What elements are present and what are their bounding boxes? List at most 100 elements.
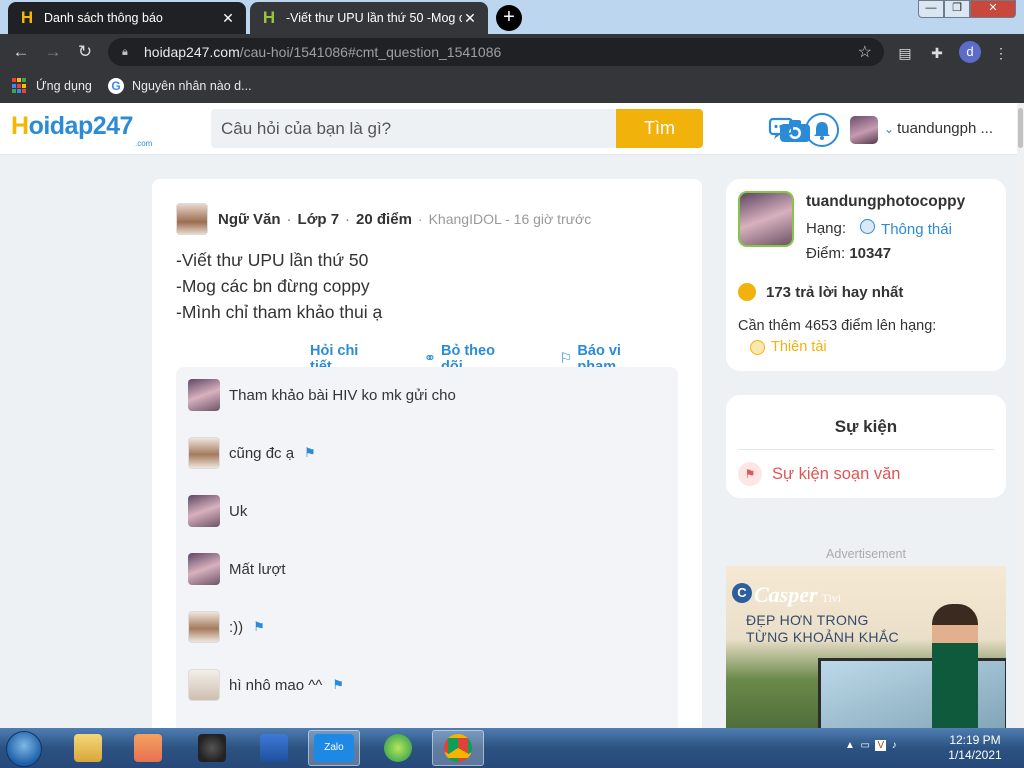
avatar[interactable] (188, 553, 220, 585)
avatar[interactable] (188, 495, 220, 527)
flag-icon[interactable]: ⚑ (253, 619, 265, 635)
best-answers: 173 trả lời hay nhất (738, 283, 903, 301)
rank-medal-icon (860, 219, 876, 234)
close-icon[interactable]: ✕ (462, 10, 478, 27)
tab-title: -Viết thư UPU lần thứ 50 -Mog các (286, 11, 462, 25)
taskbar-word[interactable] (248, 730, 300, 766)
comment-text: hì nhô mao ^^ (229, 676, 323, 694)
windows-taskbar: Zalo ▲ ▭ V ♪ 12:19 PM 1/14/2021 (0, 728, 1024, 768)
flag-icon[interactable]: ⚑ (304, 445, 316, 461)
comment-item: Tham khảo bài HIV ko mk gửi cho (188, 379, 456, 411)
avatar[interactable] (738, 191, 794, 247)
question-card: Ngữ Văn · Lớp 7 · 20 điểm · KhangIDOL - … (152, 179, 702, 739)
ad-tagline: TỪNG KHOẢNH KHẮC (746, 629, 899, 645)
bookmark-apps[interactable]: Ứng dụng (12, 78, 92, 94)
user-menu[interactable]: ⌄ tuandungph ... (884, 120, 993, 137)
reload-icon[interactable]: ↻ (74, 42, 96, 64)
ad-banner[interactable]: C Casper Tivi ĐẸP HƠN TRONG TỪNG KHOẢNH K… (726, 566, 1006, 728)
tab-notifications[interactable]: H Danh sách thông báo ✕ (8, 2, 246, 34)
extension-icon[interactable]: ▤ (894, 42, 916, 64)
new-tab-button[interactable]: + (496, 5, 522, 31)
profile-points: Điểm: 10347 (806, 245, 892, 262)
taskbar-explorer[interactable] (62, 730, 114, 766)
url-path: /cau-hoi/1541086#cmt_question_1541086 (239, 44, 502, 60)
window-close-button[interactable]: ✕ (970, 0, 1016, 18)
system-tray[interactable]: ▲ ▭ V ♪ (845, 740, 897, 751)
comment-text: cũng đc ạ (229, 444, 295, 462)
comment-item: Uk (188, 495, 247, 527)
comments-panel: Tham khảo bài HIV ko mk gửi cho cũng đc … (176, 367, 678, 739)
taskbar-media[interactable] (122, 730, 174, 766)
avatar[interactable] (176, 203, 208, 235)
grade-link[interactable]: Lớp 7 (298, 211, 340, 228)
chat-icon[interactable] (768, 117, 798, 141)
profile-rank: Hạng: Thông thái (806, 219, 952, 238)
avatar[interactable] (188, 437, 220, 469)
rank-medal-icon (750, 339, 765, 355)
back-arrow-icon[interactable]: ← (10, 42, 32, 64)
comment-item: Mất lượt (188, 553, 286, 585)
camera-app-icon (198, 734, 226, 762)
bookmark-google[interactable]: G Nguyên nhân nào d... (108, 78, 252, 94)
event-link[interactable]: ⚑ Sự kiện soạn văn (738, 462, 900, 486)
ad-label: Advertisement (826, 547, 906, 561)
comment-text: Tham khảo bài HIV ko mk gửi cho (229, 386, 456, 404)
site-logo[interactable]: Hoidap247 .com (11, 112, 152, 148)
word-icon (260, 734, 288, 762)
ad-brand: Casper Tivi (754, 582, 842, 607)
page-scrollbar[interactable] (1017, 103, 1024, 728)
author-time: KhangIDOL - 16 giờ trước (428, 211, 592, 227)
flag-icon[interactable]: ⚑ (332, 677, 344, 693)
bell-icon[interactable] (805, 113, 839, 147)
start-button[interactable] (6, 731, 42, 767)
taskbar-app-green[interactable] (372, 730, 424, 766)
ad-tagline: ĐẸP HƠN TRONG (746, 612, 869, 628)
trophy-icon (738, 283, 756, 301)
close-icon[interactable]: ✕ (220, 10, 236, 27)
folder-icon (74, 734, 102, 762)
comment-text: Uk (229, 502, 248, 520)
taskbar-zalo[interactable]: Zalo (308, 730, 360, 766)
comment-item: :)) ⚑ (188, 611, 265, 643)
taskbar-chrome[interactable] (432, 730, 484, 766)
divider (738, 449, 994, 450)
puzzle-extensions-icon[interactable]: ✚ (926, 42, 948, 64)
comment-text: :)) (229, 618, 244, 636)
avatar[interactable] (850, 116, 878, 144)
points-needed: Cần thêm 4653 điểm lên hạng: (738, 318, 937, 334)
taskbar-camera[interactable] (186, 730, 238, 766)
chevron-down-icon: ⌄ (884, 122, 895, 136)
comment-item: cũng đc ạ ⚑ (188, 437, 316, 469)
avatar[interactable] (188, 669, 220, 701)
profile-avatar[interactable]: d (959, 41, 981, 63)
events-title: Sự kiện (834, 417, 898, 436)
forward-arrow-icon[interactable]: → (42, 42, 64, 64)
address-bar[interactable]: 🔒︎ hoidap247.com/cau-hoi/1541086#cmt_que… (108, 38, 884, 66)
bookmark-star-icon[interactable]: ☆ (858, 42, 872, 62)
avatar[interactable] (188, 379, 220, 411)
scrollbar-thumb[interactable] (1018, 108, 1023, 148)
subject-link[interactable]: Ngữ Văn (218, 211, 281, 228)
apps-grid-icon (12, 78, 28, 94)
maximize-button[interactable]: ❐ (944, 0, 970, 18)
url-host: hoidap247.com (144, 44, 240, 60)
points-label: 20 điểm (356, 210, 412, 228)
profile-name[interactable]: tuandungphotocoppy (806, 193, 965, 211)
chrome-icon (444, 734, 472, 762)
search-box (211, 109, 810, 148)
browser-toolbar: ← → ↻ 🔒︎ hoidap247.com/cau-hoi/1541086#c… (0, 34, 1024, 70)
more-menu-icon[interactable]: ⋮ (990, 42, 1012, 64)
question-meta: Ngữ Văn · Lớp 7 · 20 điểm · KhangIDOL - … (176, 203, 591, 235)
bookmarks-bar: Ứng dụng G Nguyên nhân nào d... (0, 70, 1024, 103)
taskbar-clock[interactable]: 12:19 PM 1/14/2021 (940, 733, 1010, 763)
comment-text: Mất lượt (229, 560, 286, 578)
comment-item: hì nhô mao ^^ ⚑ (188, 669, 344, 701)
minimize-button[interactable]: — (918, 0, 944, 18)
tab-question[interactable]: H -Viết thư UPU lần thứ 50 -Mog các ✕ (250, 2, 488, 34)
search-input[interactable] (221, 118, 561, 139)
tab-title: Danh sách thông báo (44, 11, 163, 25)
avatar[interactable] (188, 611, 220, 643)
hoidap-favicon-icon: H (262, 8, 276, 27)
search-button[interactable]: Tìm (616, 109, 703, 148)
media-player-icon (134, 734, 162, 762)
